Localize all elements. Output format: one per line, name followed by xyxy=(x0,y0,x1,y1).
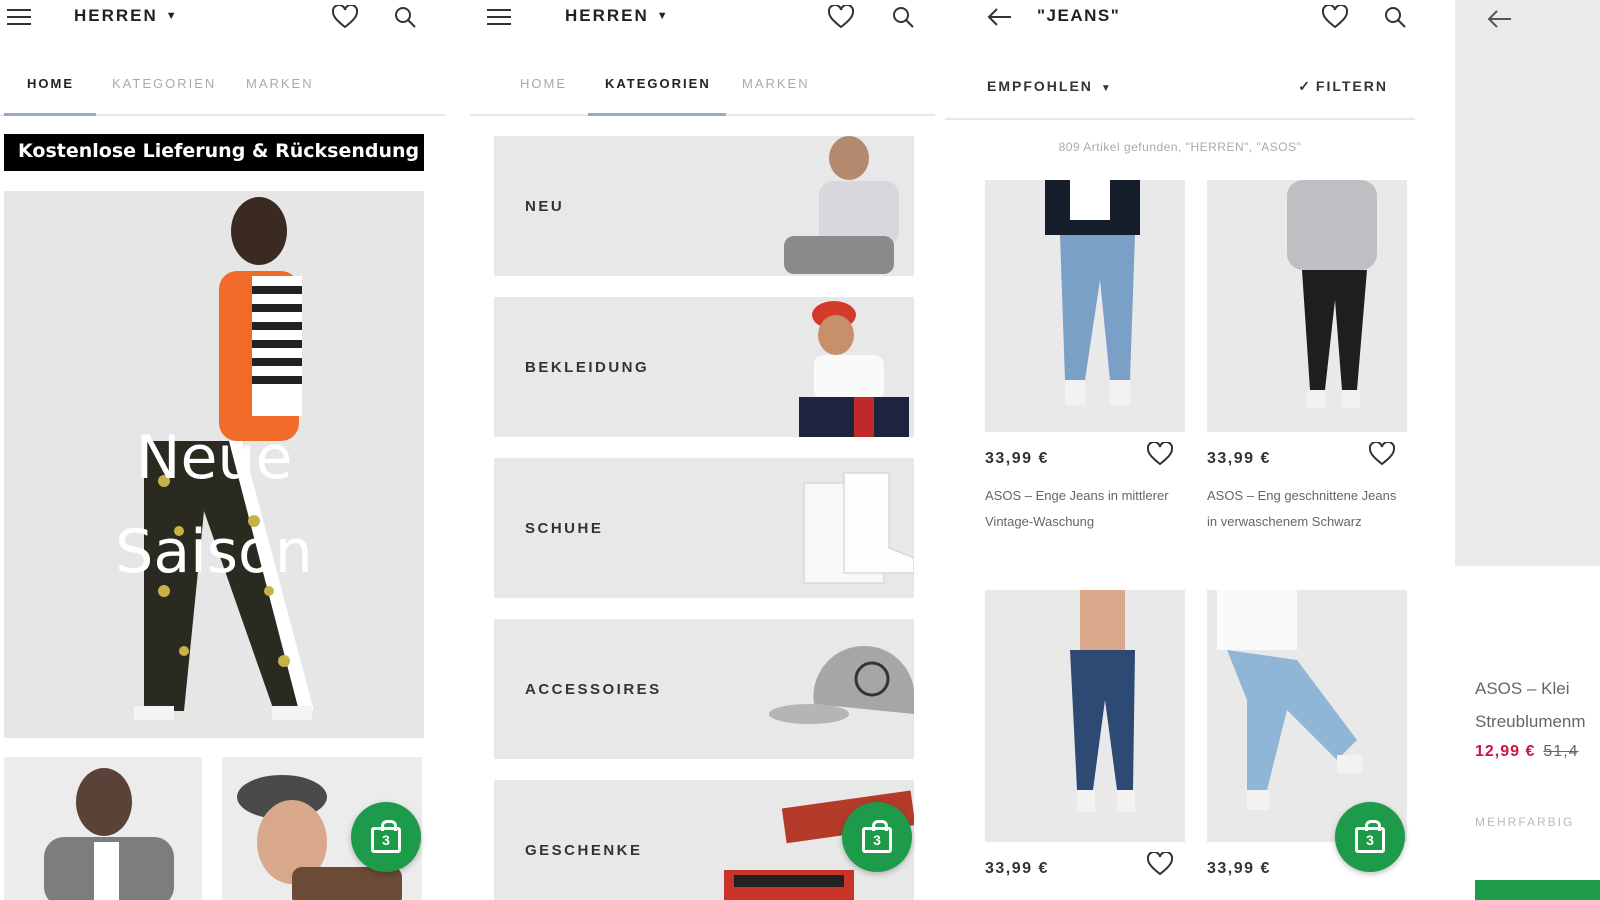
gender-label: HERREN xyxy=(565,6,649,25)
category-label: BEKLEIDUNG xyxy=(525,359,650,376)
heart-icon[interactable] xyxy=(1146,850,1174,883)
check-icon: ✓ xyxy=(1298,78,1312,94)
active-tab-indicator xyxy=(588,113,726,116)
sort-label: EMPFOHLEN xyxy=(987,78,1093,94)
tab-kategorien[interactable]: KATEGORIEN xyxy=(112,76,216,91)
search-icon[interactable] xyxy=(390,2,420,32)
shopping-bag-button[interactable]: 3 xyxy=(351,802,421,872)
sort-dropdown[interactable]: EMPFOHLEN ▼ xyxy=(987,78,1113,94)
bag-icon: 3 xyxy=(862,820,892,853)
category-image xyxy=(769,645,914,724)
tab-home[interactable]: HOME xyxy=(27,76,74,91)
sort-filter-bar: EMPFOHLEN ▼ ✓ FILTERN xyxy=(945,70,1415,120)
product-image[interactable] xyxy=(985,590,1185,842)
heart-icon[interactable] xyxy=(1320,2,1350,32)
hero-line-1: Neue xyxy=(135,423,293,493)
jeans-model-image xyxy=(1070,590,1135,812)
product-price: 12,99 € 51,4 xyxy=(1475,743,1579,761)
search-icon[interactable] xyxy=(1380,2,1410,32)
screen-home: HERREN ▼ HOME KATEGORIEN MARKEN Kostenlos… xyxy=(0,0,445,900)
active-tab-indicator xyxy=(4,113,96,116)
hamburger-icon[interactable] xyxy=(484,2,514,32)
gender-selector[interactable]: HERREN ▼ xyxy=(74,6,179,26)
model-suit-image xyxy=(44,768,174,900)
product-price: 33,99 € xyxy=(985,860,1049,877)
screen-categories: HERREN ▼ HOME KATEGORIEN MARKEN NEU BEKLE… xyxy=(470,0,935,900)
product-image[interactable] xyxy=(1455,0,1600,566)
product-price: 33,99 € xyxy=(1207,860,1271,877)
back-arrow-icon[interactable] xyxy=(985,2,1015,32)
tab-kategorien[interactable]: KATEGORIEN xyxy=(605,76,711,91)
chevron-down-icon: ▼ xyxy=(656,10,670,22)
product-price: 33,99 € xyxy=(985,450,1049,467)
search-icon[interactable] xyxy=(888,2,918,32)
promo-banner[interactable]: Kostenlose Lieferung & Rücksendung xyxy=(4,134,424,171)
category-label: GESCHENKE xyxy=(525,842,643,859)
bag-icon: 3 xyxy=(1355,820,1385,853)
screen-search-results: "JEANS" EMPFOHLEN ▼ ✓ FILTERN 809 Artikel … xyxy=(945,0,1415,900)
gender-label: HERREN xyxy=(74,6,158,25)
bag-count: 3 xyxy=(382,832,390,848)
tab-marken[interactable]: MARKEN xyxy=(742,76,810,91)
hero-banner[interactable]: Neue Saison xyxy=(4,191,424,738)
category-bekleidung[interactable]: BEKLEIDUNG xyxy=(494,297,914,437)
heart-icon[interactable] xyxy=(1368,440,1396,473)
category-image xyxy=(803,472,914,584)
add-to-bag-button[interactable] xyxy=(1475,880,1600,900)
product-name: ASOS – Klei Streublumenm xyxy=(1475,672,1586,738)
screen-product-detail: ASOS – Klei Streublumenm 12,99 € 51,4 MEH… xyxy=(1455,0,1600,900)
filter-label: FILTERN xyxy=(1315,78,1388,94)
back-arrow-icon[interactable] xyxy=(1485,4,1515,34)
top-bar: HERREN ▼ xyxy=(470,0,935,40)
search-query: "JEANS" xyxy=(1037,6,1121,25)
bag-icon: 3 xyxy=(371,820,401,853)
category-schuhe[interactable]: SCHUHE xyxy=(494,458,914,598)
color-selector[interactable]: MEHRFARBIG xyxy=(1475,815,1574,829)
filter-button[interactable]: ✓ FILTERN xyxy=(1298,78,1388,95)
gender-selector[interactable]: HERREN ▼ xyxy=(565,6,670,26)
category-label: NEU xyxy=(525,198,565,215)
tab-bar: HOME KATEGORIEN MARKEN xyxy=(470,68,935,116)
jeans-model-image xyxy=(1287,180,1377,408)
category-image xyxy=(799,301,909,437)
bag-count: 3 xyxy=(1366,832,1374,848)
hero-headline: Neue Saison xyxy=(4,411,424,599)
chevron-down-icon: ▼ xyxy=(1100,83,1113,94)
product-name[interactable]: ASOS – Enge Jeans in mittlerer Vintage-W… xyxy=(985,483,1185,535)
category-label: ACCESSOIRES xyxy=(525,681,662,698)
chevron-down-icon: ▼ xyxy=(165,10,179,22)
product-price: 33,99 € xyxy=(1207,450,1271,467)
tab-marken[interactable]: MARKEN xyxy=(246,76,314,91)
jeans-model-image xyxy=(1045,180,1140,405)
product-image[interactable] xyxy=(985,180,1185,432)
top-bar: "JEANS" xyxy=(945,0,1415,40)
product-name-line-1: ASOS – Klei xyxy=(1475,679,1570,698)
heart-icon[interactable] xyxy=(826,2,856,32)
category-label: SCHUHE xyxy=(525,520,604,537)
hamburger-icon[interactable] xyxy=(4,2,34,32)
product-name-line-2: Streublumenm xyxy=(1475,712,1586,731)
hero-line-2: Saison xyxy=(115,517,313,587)
promo-tile-1[interactable] xyxy=(4,757,202,900)
category-accessoires[interactable]: ACCESSOIRES xyxy=(494,619,914,759)
shopping-bag-button[interactable]: 3 xyxy=(1335,802,1405,872)
product-image[interactable] xyxy=(1207,180,1407,432)
old-price: 51,4 xyxy=(1543,743,1579,760)
top-bar: HERREN ▼ xyxy=(0,0,445,40)
shopping-bag-button[interactable]: 3 xyxy=(842,802,912,872)
heart-icon[interactable] xyxy=(330,2,360,32)
heart-icon[interactable] xyxy=(1146,440,1174,473)
category-image xyxy=(784,136,899,274)
category-neu[interactable]: NEU xyxy=(494,136,914,276)
results-count: 809 Artikel gefunden, "HERREN", "ASOS" xyxy=(1058,140,1302,154)
sale-price: 12,99 € xyxy=(1475,743,1536,760)
bag-count: 3 xyxy=(873,832,881,848)
tab-bar: HOME KATEGORIEN MARKEN xyxy=(0,68,445,116)
tab-home[interactable]: HOME xyxy=(520,76,567,91)
product-name[interactable]: ASOS – Eng geschnittene Jeans in verwasc… xyxy=(1207,483,1407,535)
